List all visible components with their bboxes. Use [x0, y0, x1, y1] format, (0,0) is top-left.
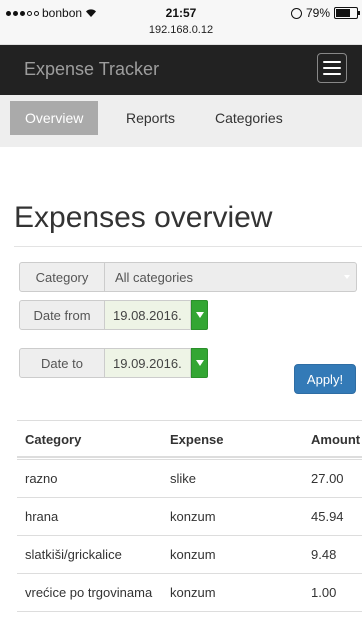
category-cell: hrana [25, 509, 59, 524]
tab-overview[interactable]: Overview [10, 101, 99, 135]
date-to-filter: Date to 19.09.2016. [19, 348, 208, 378]
category-value: All categories [115, 269, 194, 285]
tab-reports[interactable]: Reports [111, 101, 190, 135]
menu-toggle-button[interactable] [317, 53, 347, 83]
date-from-label: Date from [19, 300, 105, 330]
table-row[interactable]: razno slike 27.00 [17, 459, 362, 497]
battery-info: 79% [290, 6, 360, 20]
expense-cell: konzum [170, 547, 216, 562]
expense-cell: slike [170, 471, 197, 486]
page: bonbon 21:57 192.168.0.12 79% Expense Tr… [0, 0, 362, 639]
battery-fill [336, 9, 351, 17]
date-from-filter: Date from 19.08.2016. [19, 300, 208, 330]
battery-percent: 79% [305, 6, 330, 20]
amount-cell: 27.00 [311, 471, 344, 486]
column-header-expense: Expense [170, 432, 224, 447]
amount-cell: 45.94 [311, 509, 344, 524]
rotation-lock-icon [290, 7, 302, 19]
address-url[interactable]: 192.168.0.12 [0, 24, 362, 36]
table-row[interactable] [17, 611, 362, 639]
column-header-amount: Amount [311, 432, 361, 447]
expense-cell: konzum [170, 585, 216, 600]
date-from-picker-button[interactable] [191, 300, 208, 330]
brand-title[interactable]: Expense Tracker [24, 59, 159, 80]
tabs-bar: Overview Reports Categories [0, 95, 362, 147]
category-cell: slatkiši/grickalice [25, 547, 122, 562]
table-row[interactable]: slatkiši/grickalice konzum 9.48 [17, 535, 362, 573]
amount-cell: 9.48 [311, 547, 337, 562]
category-cell: razno [25, 471, 58, 486]
caret-down-icon [195, 312, 204, 318]
table-row[interactable]: vrećice po trgovinama konzum 1.00 [17, 573, 362, 611]
expense-cell: konzum [170, 509, 216, 524]
status-bar: bonbon 21:57 192.168.0.12 79% [0, 0, 362, 45]
category-filter: Category All categories [19, 262, 357, 292]
navbar: Expense Tracker [0, 45, 362, 95]
page-title: Expenses overview [14, 201, 273, 234]
date-to-input[interactable]: 19.09.2016. [105, 348, 191, 378]
battery-icon [334, 7, 360, 19]
category-select[interactable]: All categories [105, 262, 357, 292]
amount-cell: 1.00 [311, 585, 337, 600]
date-to-picker-button[interactable] [191, 348, 208, 378]
caret-down-icon [195, 360, 204, 366]
date-from-input[interactable]: 19.08.2016. [105, 300, 191, 330]
hamburger-icon [323, 61, 341, 63]
tab-categories[interactable]: Categories [200, 101, 298, 135]
table-header-row: Category Expense Amount [17, 420, 362, 458]
table-row[interactable]: hrana konzum 45.94 [17, 497, 362, 535]
category-cell: vrećice po trgovinama [25, 585, 153, 600]
column-header-category: Category [25, 432, 82, 447]
category-label: Category [19, 262, 105, 292]
date-to-label: Date to [19, 348, 105, 378]
title-divider [14, 246, 362, 247]
apply-button[interactable]: Apply! [294, 364, 356, 394]
chevron-down-icon [344, 275, 350, 279]
